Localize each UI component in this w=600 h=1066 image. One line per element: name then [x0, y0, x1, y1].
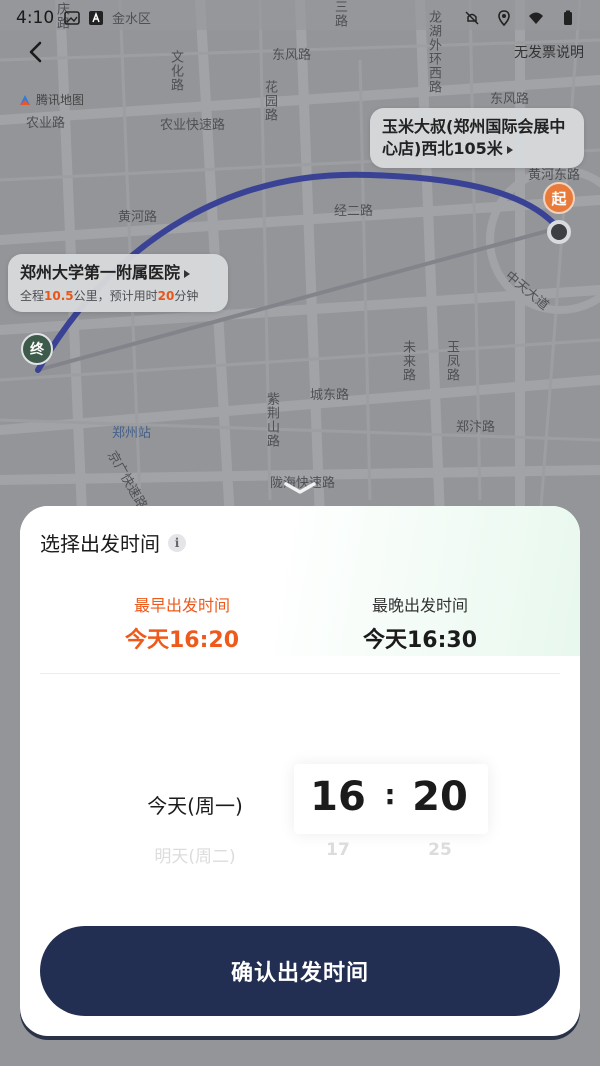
hour-picker-option[interactable]: 17 [300, 840, 376, 860]
wifi-icon [529, 12, 543, 24]
location-icon [498, 10, 510, 26]
latest-departure-label: 最晚出发时间 [371, 596, 468, 615]
trip-info-suffix: 分钟 [174, 289, 199, 303]
latest-departure-value: 今天16:30 [362, 628, 478, 653]
mute-icon [465, 11, 479, 25]
minute-picker-selected[interactable]: 20 [402, 774, 478, 820]
earliest-departure-label: 最早出发时间 [133, 596, 230, 615]
font-a-icon [89, 11, 104, 25]
triangle-right-icon [506, 145, 513, 154]
end-marker: 终 [21, 333, 53, 365]
sheet-title: 选择出发时间 [40, 532, 160, 556]
day-picker-selected[interactable]: 今天(周一) [120, 790, 270, 819]
triangle-right-icon [184, 269, 191, 278]
trip-distance: 10.5 [44, 289, 74, 303]
trip-info-mid: 公里，预计用时 [73, 289, 158, 303]
start-marker-label: 起 [551, 189, 567, 208]
invoice-info-link[interactable]: 无发票说明 [514, 42, 584, 62]
back-button[interactable] [20, 36, 52, 68]
latest-departure: 最晚出发时间 今天16:30 [320, 592, 520, 654]
map-provider-name: 腾讯地图 [36, 93, 85, 107]
destination-name: 郑州大学第一附属医院 [20, 263, 181, 282]
status-time: 4:10 [16, 8, 55, 28]
time-separator: : [384, 778, 396, 811]
minute-picker-option[interactable]: 25 [402, 840, 478, 860]
status-bar: 4:10 [0, 0, 600, 36]
start-location-callout[interactable]: 玉米大叔(郑州国际会展中心店)西北105米 [370, 108, 584, 168]
chevron-down-icon[interactable] [282, 480, 318, 496]
earliest-departure-value: 今天16:20 [124, 628, 240, 653]
tencent-map-icon [20, 94, 30, 105]
start-pin-icon [547, 220, 571, 244]
confirm-departure-button[interactable]: 确认出发时间 [40, 926, 560, 1016]
trip-info-prefix: 全程 [20, 289, 45, 303]
back-arrow-icon [29, 41, 42, 63]
destination-callout[interactable]: 郑州大学第一附属医院 全程10.5公里，预计用时20分钟 [8, 254, 228, 312]
trip-duration: 20 [157, 289, 175, 303]
start-marker: 起 [543, 182, 575, 214]
image-icon [64, 11, 80, 25]
map-provider-logo: 腾讯地图 [18, 91, 84, 108]
divider [40, 673, 560, 674]
day-picker-option[interactable]: 明天(周二) [120, 842, 270, 867]
departure-time-sheet: 选择出发时间 i 最早出发时间 今天16:20 最晚出发时间 今天16:30 今… [20, 506, 580, 1036]
battery-icon [564, 10, 572, 25]
sheet-title-row: 选择出发时间 i [40, 528, 186, 557]
hour-picker-selected[interactable]: 16 [300, 774, 376, 820]
trip-info: 全程10.5公里，预计用时20分钟 [20, 287, 216, 304]
end-marker-label: 终 [30, 342, 44, 358]
info-icon[interactable]: i [168, 533, 186, 552]
earliest-departure: 最早出发时间 今天16:20 [82, 592, 282, 654]
start-location-text: 玉米大叔(郑州国际会展中心店)西北105米 [382, 117, 566, 158]
